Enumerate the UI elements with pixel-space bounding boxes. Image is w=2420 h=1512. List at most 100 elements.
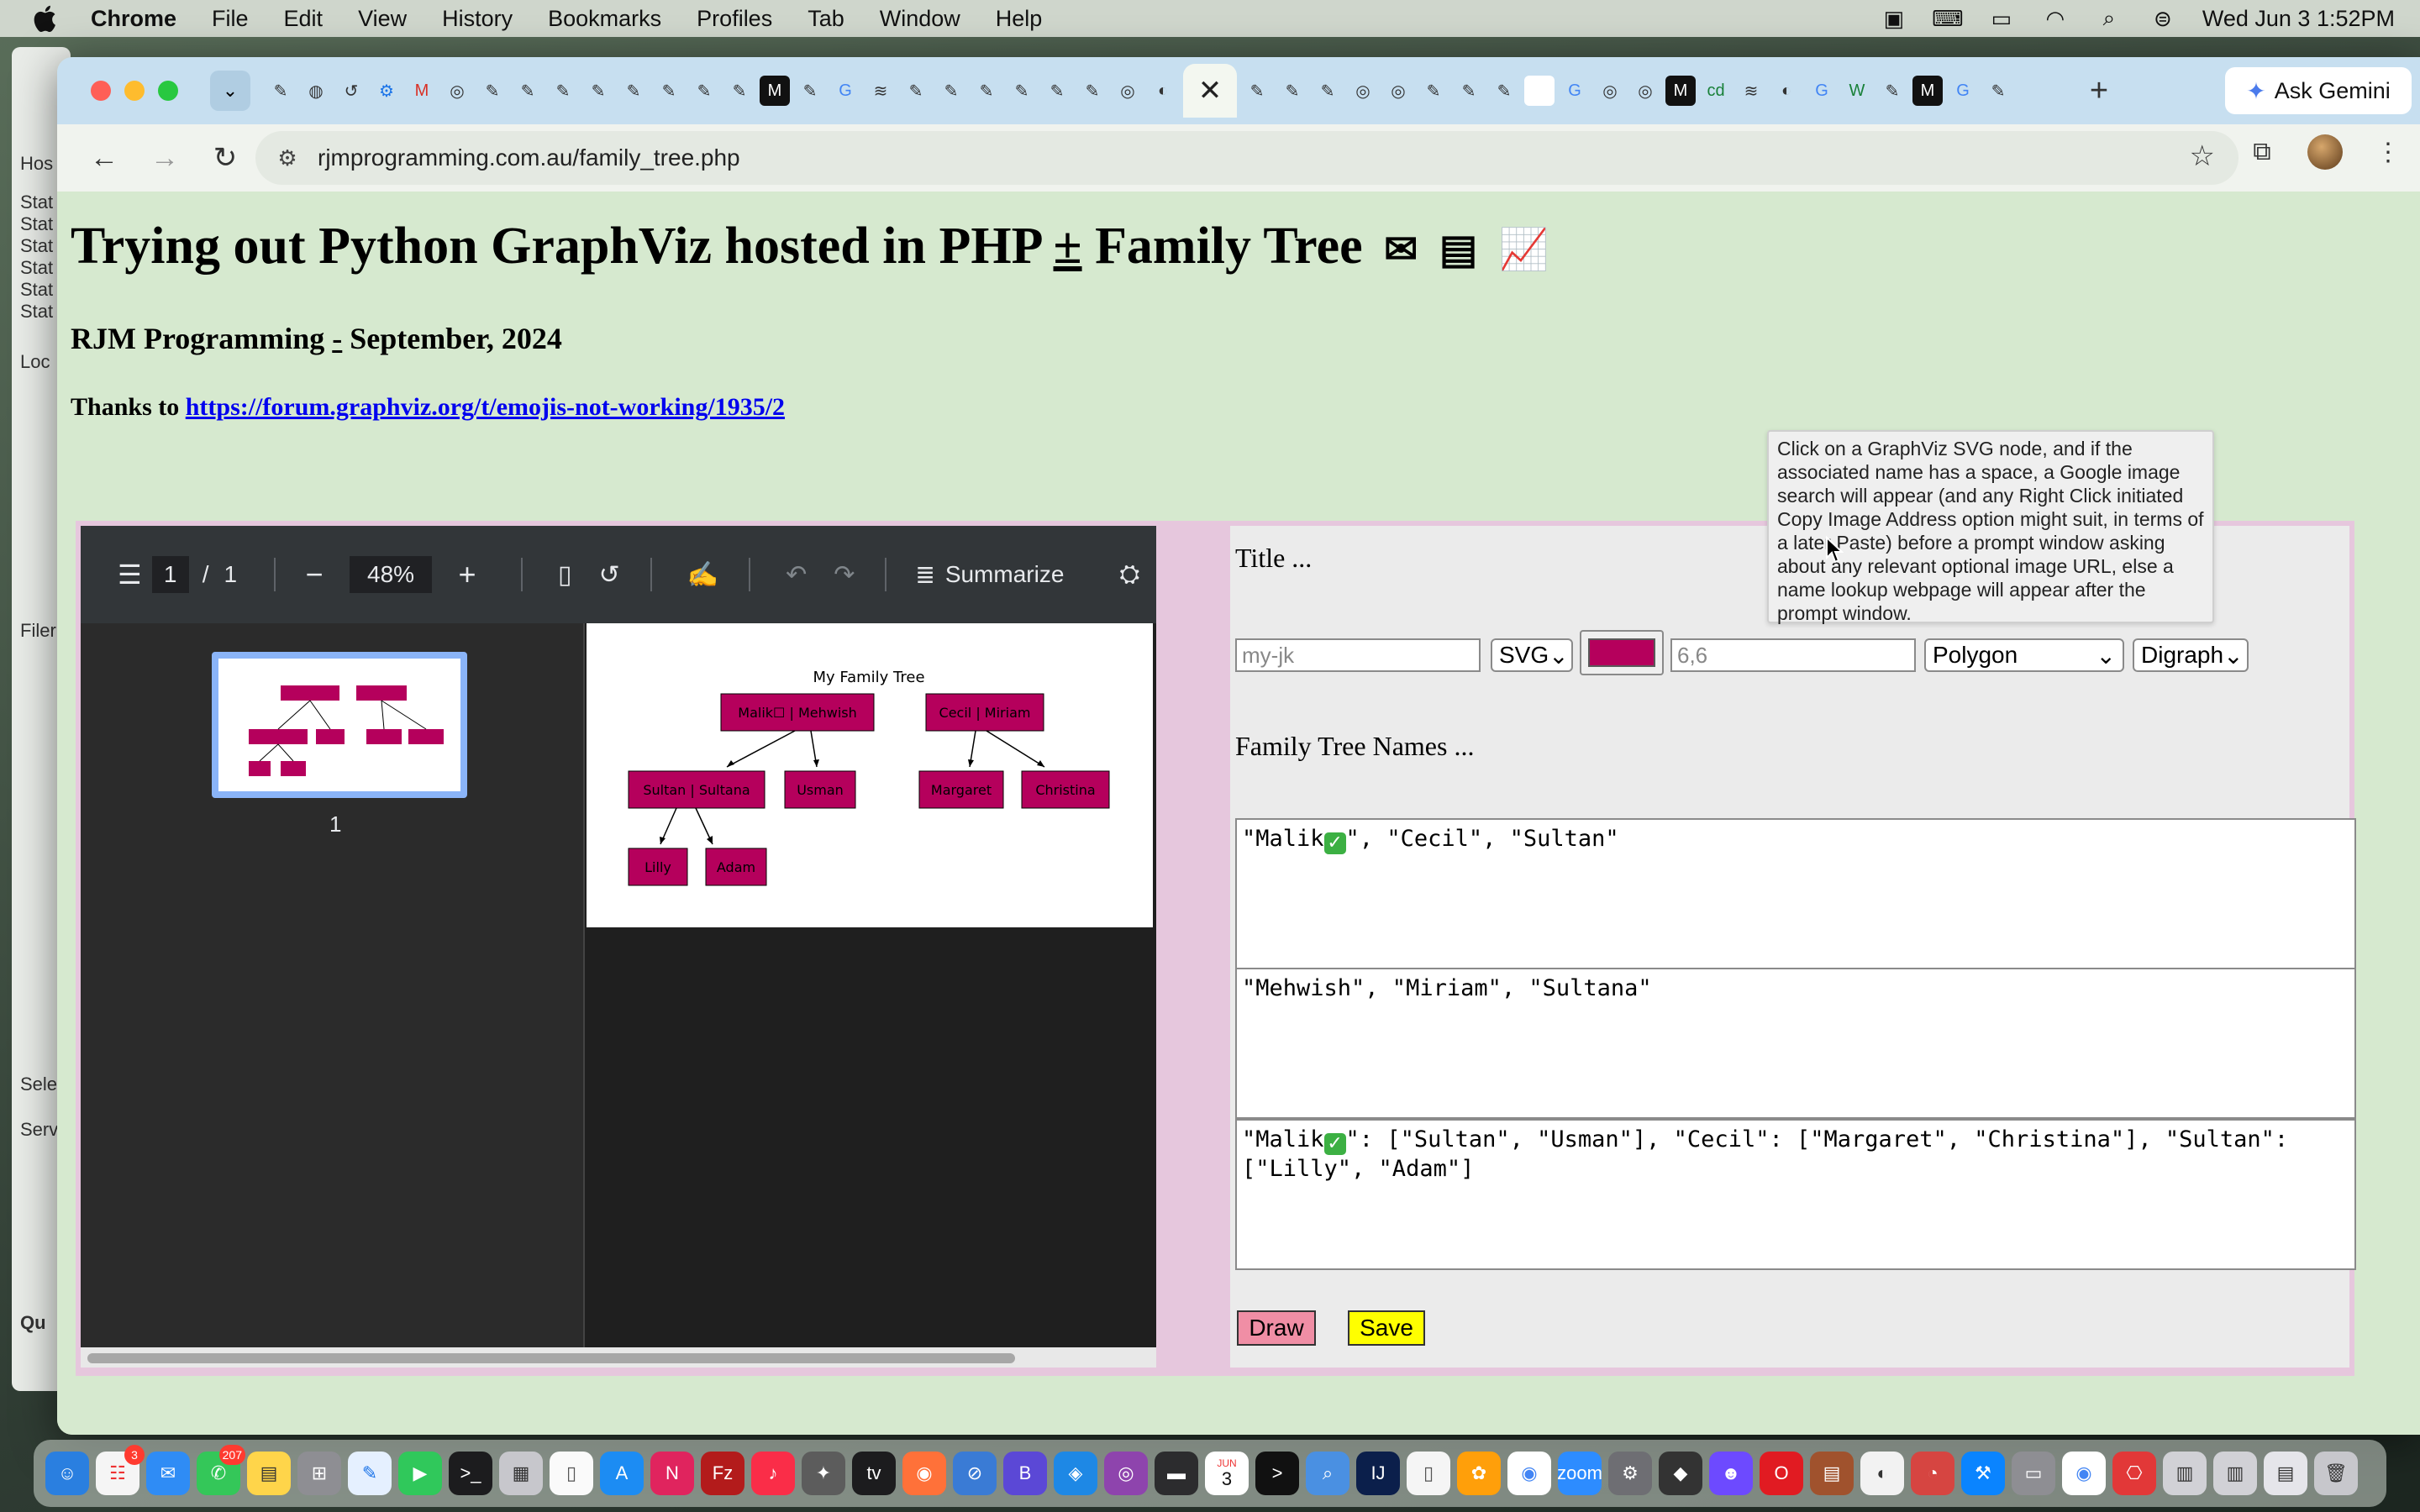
tor-icon[interactable]: ☻ [1709, 1452, 1753, 1495]
finder-icon[interactable]: ☺ [45, 1452, 89, 1495]
terminal-icon[interactable]: >_ [449, 1452, 492, 1495]
tab-favicon-icon[interactable]: M [407, 76, 437, 106]
wifi-icon[interactable]: ◠ [2041, 6, 2070, 31]
tab-favicon-icon[interactable] [1524, 76, 1555, 106]
email-icon[interactable]: ✉ [1384, 228, 1418, 272]
tab-favicon-icon[interactable]: ✎ [795, 76, 825, 106]
keyboard-icon[interactable]: ⌨ [1932, 6, 1964, 31]
gimp-icon[interactable]: ✦ [802, 1452, 845, 1495]
mothers-textarea[interactable]: "Mehwish", "Miriam", "Sultana" [1235, 968, 2356, 1119]
forward-arrow-icon[interactable]: → [141, 134, 188, 181]
tab-favicon-icon[interactable]: ✎ [724, 76, 755, 106]
tab-favicon-icon[interactable]: ✎ [1277, 76, 1307, 106]
tab-favicon-icon[interactable]: G [1948, 76, 1978, 106]
graph-node-label[interactable]: Cecil | Miriam [939, 705, 1031, 721]
intellij-icon[interactable]: IJ [1356, 1452, 1400, 1495]
stack-icon[interactable]: ▥ [2213, 1452, 2257, 1495]
mail-icon[interactable]: ✉ [146, 1452, 190, 1495]
menu-view[interactable]: View [358, 6, 407, 32]
app-store-icon[interactable]: A [600, 1452, 644, 1495]
scrollbar-thumb[interactable] [87, 1353, 1015, 1363]
subtitle-link[interactable]: - [332, 322, 342, 355]
zoom-icon[interactable]: zoom [1557, 1452, 1602, 1495]
zoom-input[interactable]: 48% [350, 556, 433, 593]
graph-node-label[interactable]: Margaret [931, 782, 992, 798]
shape-select[interactable]: Polygon ⌄ [1924, 638, 2124, 672]
document-icon[interactable]: ▯ [1407, 1452, 1450, 1495]
annotate-pen-icon[interactable]: ✍ [687, 560, 718, 590]
battery-icon[interactable]: ▭ [1987, 6, 2016, 31]
tab-favicon-icon[interactable]: ✎ [936, 76, 966, 106]
draw-button[interactable]: Draw [1237, 1310, 1316, 1346]
search-icon[interactable]: ⌕ [2095, 5, 2123, 31]
facetime-icon[interactable]: ▶ [398, 1452, 442, 1495]
photos-icon[interactable]: ✿ [1457, 1452, 1501, 1495]
menu-file[interactable]: File [212, 6, 249, 32]
stack-icon[interactable]: ▥ [2163, 1452, 2207, 1495]
children-textarea[interactable]: "Malik ✓ ": ["Sultan", "Usman"], "Cecil": … [1235, 1119, 2356, 1270]
zoom-in-button[interactable]: + [450, 557, 484, 592]
reload-icon[interactable]: ↻ [202, 134, 249, 181]
tab-favicon-icon[interactable]: ✎ [1489, 76, 1519, 106]
tab-favicon-icon[interactable]: ⚙ [371, 76, 402, 106]
tab-favicon-icon[interactable]: cd [1701, 76, 1731, 106]
format-select[interactable]: SVG ⌄ [1491, 638, 1573, 672]
tab-favicon-icon[interactable]: ✎ [513, 76, 543, 106]
graph-node-label[interactable]: Malik☐ | Mehwish [738, 705, 856, 721]
sidebar-menu-icon[interactable]: ☰ [118, 559, 142, 591]
graph-node-label[interactable]: Christina [1035, 782, 1095, 798]
tab-favicon-icon[interactable]: ✎ [1313, 76, 1343, 106]
display-icon[interactable]: ▭ [2012, 1452, 2055, 1495]
profile-avatar[interactable] [2307, 134, 2343, 170]
menu-edit[interactable]: Edit [284, 6, 324, 32]
tab-favicon-icon[interactable]: ✎ [1077, 76, 1107, 106]
tab-favicon-icon[interactable]: ✎ [477, 76, 508, 106]
opera-icon[interactable]: O [1760, 1452, 1803, 1495]
tab-search-button[interactable]: ⌄ [210, 71, 250, 111]
console-icon[interactable]: ▬ [1155, 1452, 1198, 1495]
tab-favicon-icon[interactable]: ◎ [1595, 76, 1625, 106]
terminal-2-icon[interactable]: > [1255, 1452, 1299, 1495]
tab-favicon-icon[interactable]: ✎ [1242, 76, 1272, 106]
tab-favicon-icon[interactable]: ◐ [1771, 76, 1802, 106]
tab-favicon-icon[interactable]: ✎ [1007, 76, 1037, 106]
notes-icon[interactable]: ▤ [247, 1452, 291, 1495]
firefox-icon[interactable]: ◉ [902, 1452, 946, 1495]
tab-favicon-icon[interactable]: ◍ [301, 76, 331, 106]
menubar-clock[interactable]: Wed Jun 3 1:52PM [2202, 6, 2395, 32]
tab-favicon-icon[interactable]: ✎ [583, 76, 613, 106]
node-color-picker[interactable] [1580, 630, 1664, 675]
graph-node-label[interactable]: Sultan | Sultana [643, 782, 750, 798]
tab-favicon-icon[interactable]: ✎ [689, 76, 719, 106]
music-icon[interactable]: ♪ [751, 1452, 795, 1495]
zoom-out-button[interactable]: − [297, 557, 331, 592]
zoom-window-button[interactable] [158, 81, 178, 101]
tab-favicon-icon[interactable]: M [1912, 76, 1943, 106]
proxyman-icon[interactable]: ⊘ [953, 1452, 997, 1495]
menu-app-name[interactable]: Chrome [91, 6, 176, 32]
page-number-input[interactable]: 1 [151, 556, 189, 593]
tab-favicon-icon[interactable]: G [1560, 76, 1590, 106]
compass-icon[interactable]: ◔ [1911, 1452, 1954, 1495]
menu-tab[interactable]: Tab [808, 6, 844, 32]
title-toggle-link[interactable]: ± [1054, 218, 1082, 275]
tab-favicon-icon[interactable]: W [1842, 76, 1872, 106]
chrome-icon[interactable]: ◉ [1507, 1452, 1551, 1495]
xcode-icon[interactable]: ⚒ [1961, 1452, 2005, 1495]
tab-favicon-icon[interactable]: ✎ [1877, 76, 1907, 106]
new-tab-button[interactable]: + [2081, 72, 2118, 109]
tab-favicon-icon[interactable]: ✎ [618, 76, 649, 106]
horizontal-scrollbar[interactable] [81, 1347, 1156, 1368]
calculator-icon[interactable]: ▦ [499, 1452, 543, 1495]
tab-favicon-icon[interactable]: ◎ [442, 76, 472, 106]
rotate-icon[interactable]: ↺ [599, 560, 620, 590]
tab-favicon-icon[interactable]: ✎ [1042, 76, 1072, 106]
apple-tv-icon[interactable]: tv [852, 1452, 896, 1495]
graph-node-label[interactable]: Usman [797, 782, 844, 798]
tab-favicon-icon[interactable]: ≋ [865, 76, 896, 106]
extensions-icon[interactable]: ⧉ [2245, 135, 2279, 169]
close-window-button[interactable] [91, 81, 111, 101]
fit-page-icon[interactable]: ▯ [558, 560, 572, 590]
active-tab-close-icon[interactable]: ✕ [1183, 64, 1237, 118]
pager-icon[interactable]: ▤ [1439, 228, 1477, 272]
